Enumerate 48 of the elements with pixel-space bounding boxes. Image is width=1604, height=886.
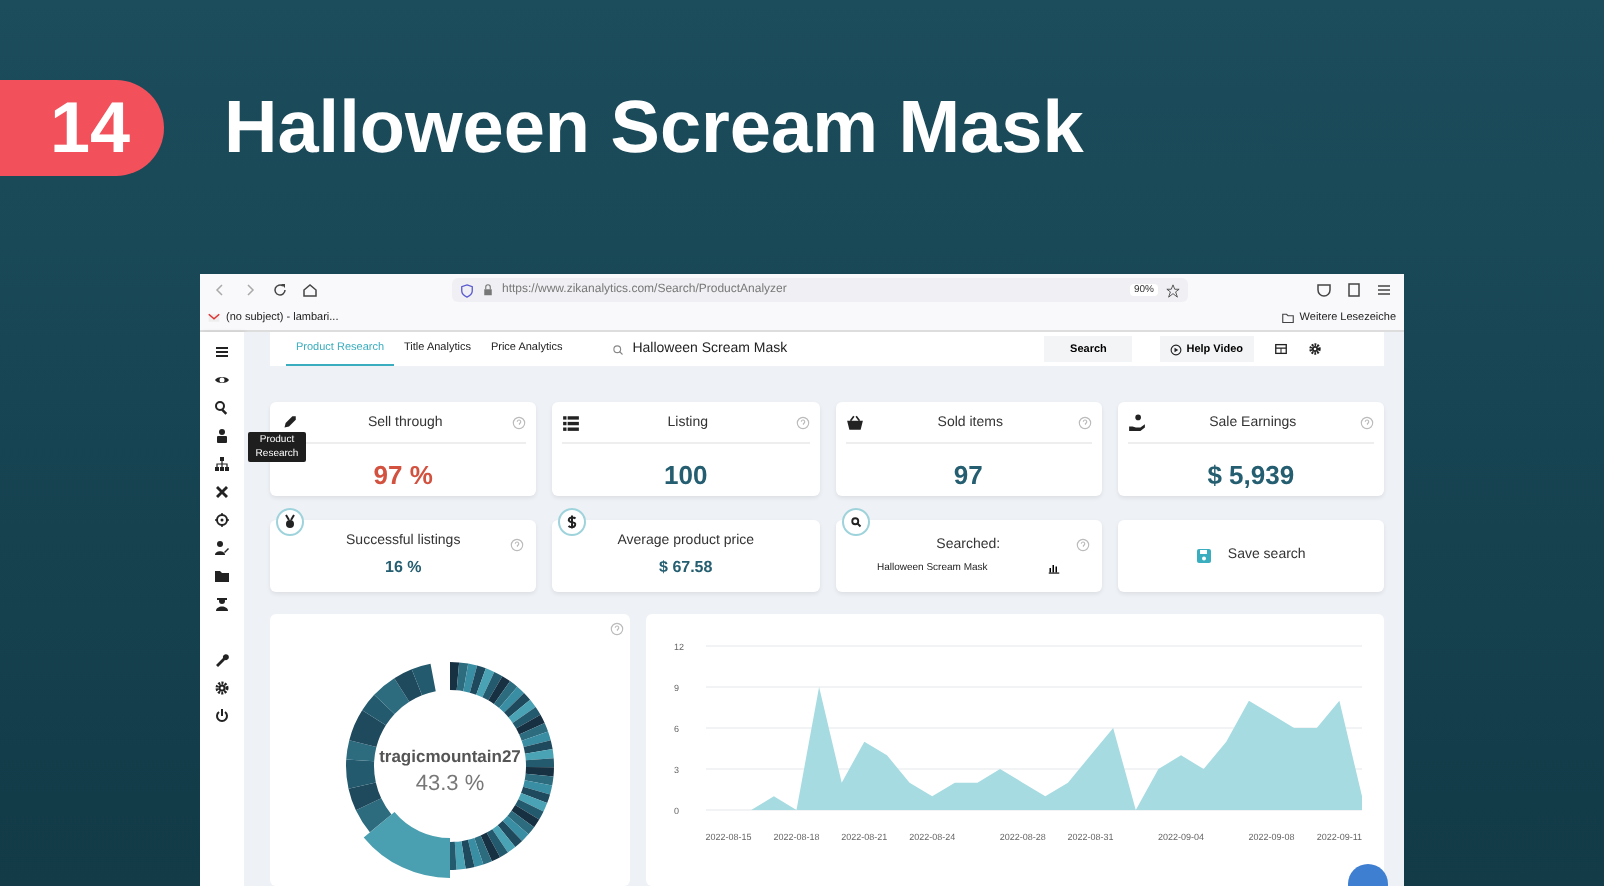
folder-icon — [214, 568, 230, 584]
sitemap-icon — [214, 456, 230, 472]
user-icon — [214, 428, 230, 444]
user-tie-icon — [214, 596, 230, 612]
list-icon — [562, 413, 581, 431]
forward-icon — [242, 282, 258, 298]
number-badge: 14 — [0, 80, 164, 176]
stat-value: $ 5,939 — [1205, 460, 1297, 490]
home-icon — [302, 282, 318, 298]
bar-chart-icon — [1047, 561, 1060, 574]
back-icon — [212, 282, 228, 298]
shield-icon — [460, 283, 474, 297]
eye-icon — [214, 372, 230, 388]
basket-icon — [845, 413, 863, 431]
help-icon — [512, 415, 527, 429]
help-icon — [1075, 537, 1090, 552]
gear-icon — [214, 680, 230, 696]
page-title: Halloween Scream Mask — [224, 86, 1084, 170]
menu-icon — [214, 344, 230, 360]
stat-value: 97 % — [371, 460, 435, 490]
search-icon — [612, 343, 625, 355]
stat-value: 97 — [951, 460, 985, 490]
help-icon — [1360, 415, 1374, 429]
seller-name: tragicmountain27 — [379, 746, 521, 766]
play-icon — [1170, 343, 1183, 355]
stat-value: 100 — [662, 460, 710, 490]
help-icon — [610, 622, 624, 636]
wrench-icon — [214, 652, 230, 668]
hand-coin-icon — [1127, 413, 1146, 431]
help-icon — [1077, 415, 1092, 429]
reload-icon — [272, 282, 288, 298]
power-icon — [214, 708, 230, 724]
help-icon — [795, 415, 809, 429]
search-icon — [214, 400, 230, 416]
seller-share: 43.3 % — [415, 772, 485, 796]
stat-value: 16 % — [385, 558, 422, 577]
crosshair-icon — [214, 512, 230, 528]
settings-icon — [1307, 342, 1322, 356]
mail-icon — [208, 312, 220, 324]
menu-icon — [1376, 282, 1392, 298]
user-edit-icon — [214, 540, 230, 556]
help-icon — [510, 537, 525, 552]
star-icon — [1166, 283, 1180, 297]
save-icon — [1195, 547, 1212, 564]
folder-icon — [1281, 312, 1294, 324]
stat-value: $ 67.58 — [659, 558, 713, 577]
table-icon — [1273, 342, 1288, 356]
lock-icon — [482, 284, 494, 296]
